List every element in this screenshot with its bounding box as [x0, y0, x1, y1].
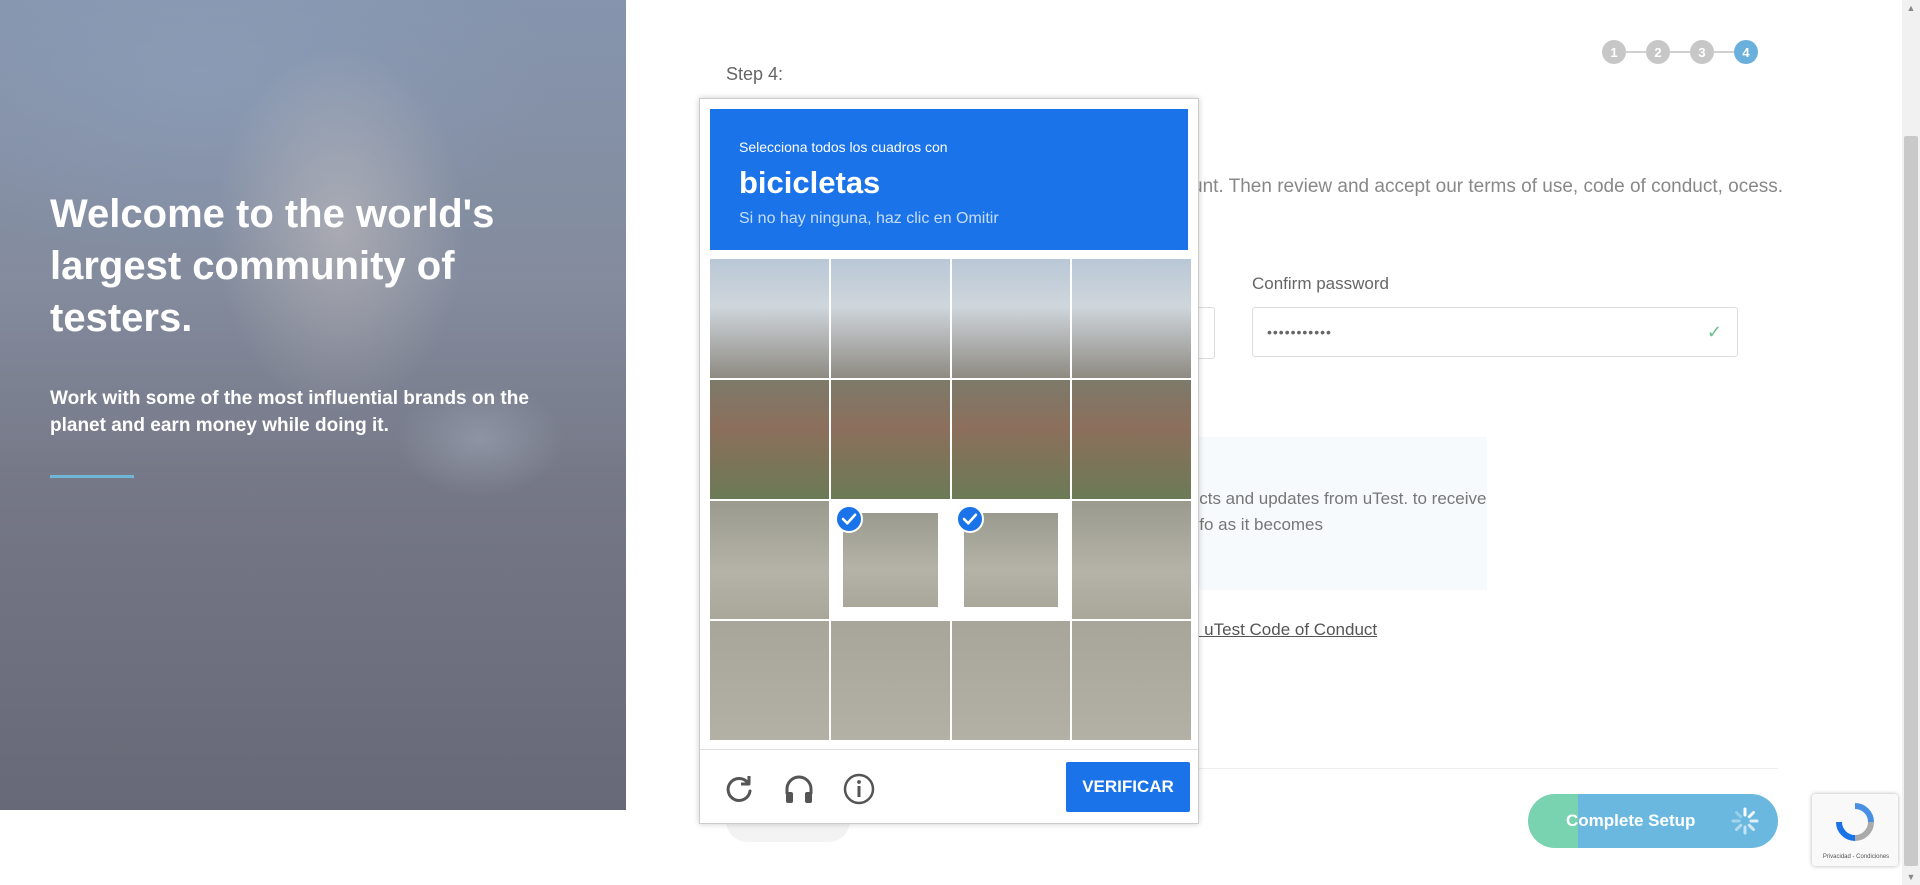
captcha-tile[interactable] — [951, 259, 1071, 378]
hero-accent-rule — [50, 475, 134, 478]
captcha-tile[interactable] — [951, 621, 1071, 740]
captcha-instruction: Selecciona todos los cuadros con — [739, 139, 948, 155]
captcha-dialog: Selecciona todos los cuadros con bicicle… — [699, 98, 1199, 824]
recaptcha-badge-text[interactable]: Privacidad - Condiciones — [1818, 854, 1894, 860]
captcha-tile-image — [710, 621, 829, 740]
captcha-tile-image — [710, 379, 829, 499]
recaptcha-logo-icon — [1836, 803, 1874, 841]
captcha-tile[interactable] — [1072, 500, 1191, 620]
step-connector — [1714, 51, 1734, 53]
confirm-password-input[interactable]: ••••••••••• ✓ — [1252, 307, 1738, 357]
step-label: Step 4: — [726, 64, 784, 84]
intro-text-line: unt. Then review and accept our terms of… — [1192, 176, 1784, 197]
spinner-icon — [1731, 807, 1759, 835]
selected-check-icon — [834, 504, 863, 533]
step-4[interactable]: 4 — [1734, 40, 1758, 64]
scroll-up-icon[interactable]: ▲ — [1906, 3, 1916, 13]
captcha-tile-image — [830, 379, 950, 499]
headphones-icon[interactable] — [782, 772, 816, 806]
captcha-tile[interactable] — [1072, 621, 1191, 740]
captcha-tile-image — [1072, 500, 1191, 620]
captcha-tile[interactable] — [952, 501, 1071, 620]
page-scrollbar[interactable]: ▲ ▼ — [1902, 0, 1920, 885]
captcha-tile[interactable] — [951, 379, 1071, 499]
complete-setup-button[interactable]: Complete Setup — [1528, 794, 1778, 848]
captcha-tile-image — [951, 379, 1071, 499]
reload-icon[interactable] — [722, 772, 756, 806]
captcha-tile[interactable] — [710, 379, 829, 499]
captcha-target: bicicletas — [739, 165, 881, 200]
step-1[interactable]: 1 — [1602, 40, 1626, 64]
hero-subtitle: Work with some of the most influential b… — [50, 388, 529, 436]
step-3[interactable]: 3 — [1690, 40, 1714, 64]
captcha-tile-image — [830, 621, 950, 740]
selected-check-icon — [955, 504, 984, 533]
step-connector — [1626, 51, 1646, 53]
captcha-tile[interactable] — [830, 259, 950, 378]
captcha-tile[interactable] — [710, 621, 829, 740]
complete-setup-label: Complete Setup — [1566, 811, 1696, 830]
captcha-tile-image — [710, 259, 829, 378]
captcha-tile-image — [951, 621, 1071, 740]
verify-button[interactable]: VERIFICAR — [1066, 762, 1190, 812]
captcha-tile[interactable] — [710, 259, 829, 378]
step-indicator: 1 2 3 4 — [1602, 40, 1758, 64]
info-icon[interactable] — [842, 772, 876, 806]
captcha-header: Selecciona todos los cuadros con bicicle… — [710, 109, 1188, 250]
captcha-tile-image — [830, 259, 950, 378]
recaptcha-badge[interactable]: Privacidad - Condiciones — [1812, 794, 1898, 866]
scroll-down-icon[interactable]: ▼ — [1906, 872, 1916, 882]
hero-panel: Welcome to the world's largest community… — [0, 0, 626, 810]
captcha-tile-image — [1072, 379, 1191, 499]
captcha-tile-image — [1072, 621, 1191, 740]
check-icon: ✓ — [1706, 322, 1723, 342]
captcha-hint: Si no hay ninguna, haz clic en Omitir — [739, 210, 999, 227]
step-connector — [1670, 51, 1690, 53]
code-of-conduct-link[interactable]: e uTest Code of Conduct — [1190, 620, 1377, 640]
scroll-thumb[interactable] — [1904, 136, 1918, 866]
captcha-tile-image — [951, 259, 1071, 378]
captcha-grid — [710, 259, 1191, 740]
captcha-tile[interactable] — [710, 500, 829, 620]
captcha-tile[interactable] — [830, 621, 950, 740]
step-2[interactable]: 2 — [1646, 40, 1670, 64]
captcha-tile[interactable] — [1072, 379, 1191, 499]
captcha-tile[interactable] — [831, 501, 950, 620]
captcha-tile-image — [710, 500, 829, 620]
confirm-password-label: Confirm password — [1252, 274, 1389, 293]
captcha-tile[interactable] — [1072, 259, 1191, 378]
newsletter-text: jects and updates from uTest. to receive… — [1186, 489, 1487, 534]
captcha-tile-image — [1072, 259, 1191, 378]
captcha-footer: VERIFICAR — [700, 749, 1198, 824]
hero-title: Welcome to the world's largest community… — [50, 192, 495, 340]
captcha-tile[interactable] — [830, 379, 950, 499]
confirm-password-value: ••••••••••• — [1267, 324, 1332, 340]
